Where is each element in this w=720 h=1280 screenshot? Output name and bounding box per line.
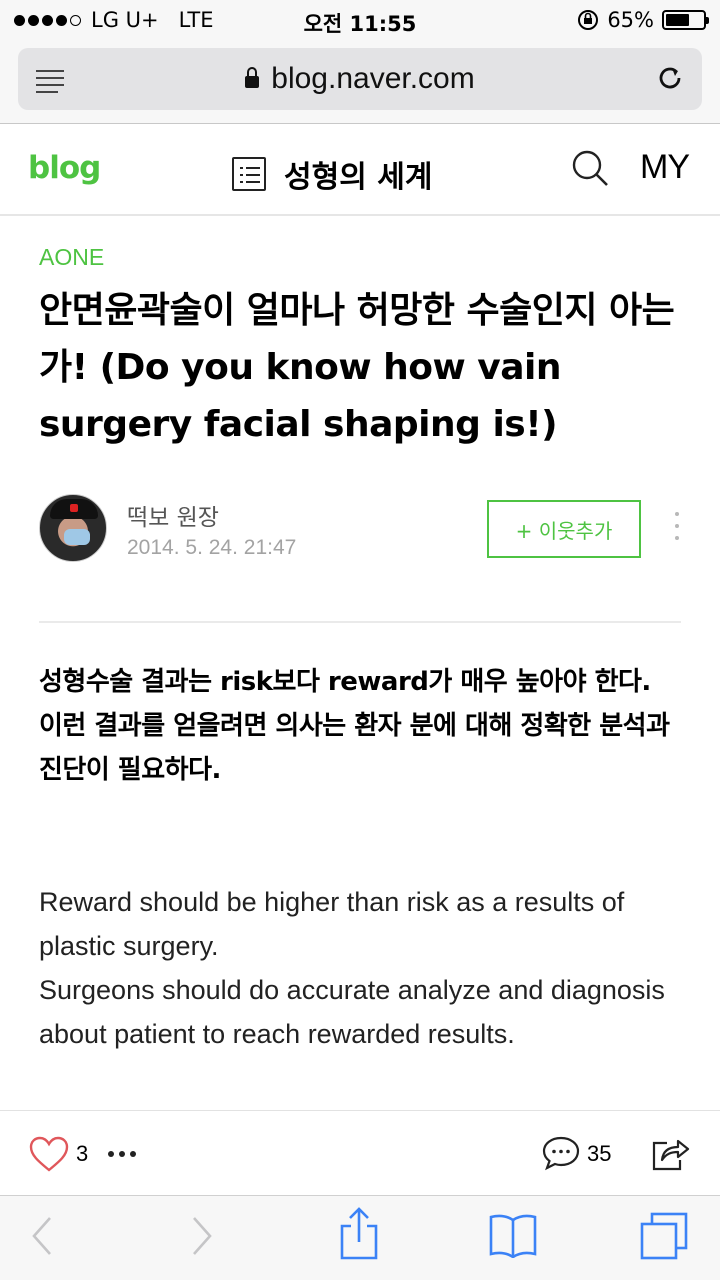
document-list-icon <box>232 157 266 191</box>
address-bar[interactable]: blog.naver.com <box>18 48 702 110</box>
browser-chrome: blog.naver.com <box>0 40 720 124</box>
search-icon[interactable] <box>570 148 610 188</box>
bookmarks-icon[interactable] <box>487 1212 539 1258</box>
status-bar: LG U+ LTE 오전 11:55 65% <box>0 0 720 40</box>
comment-count: 35 <box>587 1141 612 1166</box>
status-right: 65% <box>577 8 709 32</box>
battery-fill <box>666 14 690 26</box>
reload-icon[interactable] <box>652 60 688 96</box>
blog-logo[interactable]: blog <box>28 150 101 186</box>
more-options-icon[interactable] <box>675 512 679 548</box>
author-name[interactable]: 떡보 원장 <box>127 498 219 532</box>
post-body-english: Reward should be higher than risk as a r… <box>39 880 689 1056</box>
avatar[interactable] <box>39 494 107 562</box>
battery-percent: 65% <box>607 8 654 32</box>
blog-title-link[interactable]: 성형의 세계 <box>232 152 432 196</box>
back-icon[interactable] <box>28 1214 56 1258</box>
rotation-lock-icon <box>578 10 599 30</box>
author-row: 떡보 원장 2014. 5. 24. 21:47 + 이웃추가 <box>39 494 689 564</box>
blog-header: blog 성형의 세계 MY <box>0 124 720 216</box>
blog-title: 성형의 세계 <box>284 160 433 195</box>
paragraph: Surgeons should do accurate analyze and … <box>39 975 665 1049</box>
more-icon[interactable] <box>108 1151 136 1157</box>
paragraph: 성형수술 결과는 risk보다 reward가 매우 높아야 한다. <box>39 667 651 697</box>
my-button[interactable]: MY <box>640 148 690 187</box>
tabs-icon[interactable] <box>638 1210 692 1262</box>
battery-icon <box>662 10 709 30</box>
share-icon[interactable] <box>650 1133 692 1173</box>
divider <box>39 621 681 623</box>
url-text: blog.naver.com <box>271 62 475 95</box>
paragraph: Reward should be higher than risk as a r… <box>39 887 625 961</box>
comment-icon[interactable] <box>541 1133 581 1173</box>
post-date: 2014. 5. 24. 21:47 <box>127 536 297 559</box>
heart-icon[interactable] <box>28 1135 70 1173</box>
browser-toolbar <box>0 1196 720 1280</box>
post-category[interactable]: AONE <box>39 244 104 271</box>
add-neighbor-button[interactable]: + 이웃추가 <box>487 500 641 558</box>
url-display[interactable]: blog.naver.com <box>18 62 702 96</box>
paragraph: 이런 결과를 얻을려면 의사는 환자 분에 대해 정확한 분석과 진단이 필요하… <box>39 711 670 785</box>
lock-icon <box>245 67 260 88</box>
post-body-korean: 성형수술 결과는 risk보다 reward가 매우 높아야 한다. 이런 결과… <box>39 660 679 792</box>
like-count: 3 <box>76 1141 89 1166</box>
forward-icon[interactable] <box>188 1214 216 1258</box>
share-icon[interactable] <box>338 1206 380 1262</box>
post-title: 안면윤곽술이 얼마나 허망한 수술인지 아는가! (Do you know ho… <box>39 290 675 445</box>
post-action-bar: 3 35 <box>0 1110 720 1196</box>
